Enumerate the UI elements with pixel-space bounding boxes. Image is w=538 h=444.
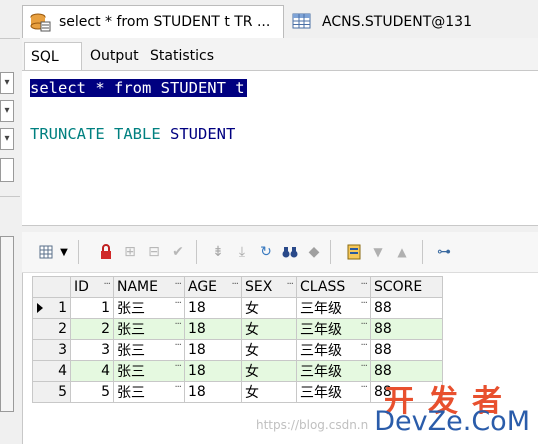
column-header-class[interactable]: CLASS ··· xyxy=(296,276,371,298)
chevron-down-icon[interactable]: ▼ xyxy=(58,242,70,262)
keyword-truncate: TRUNCATE xyxy=(30,125,105,143)
fetch-last-icon[interactable]: ⤓ xyxy=(232,242,252,262)
cell-sex[interactable]: 女 xyxy=(241,339,297,361)
site-logo: 开发者 DevZe.CoM xyxy=(370,376,530,438)
tab-label: ACNS.STUDENT@131 xyxy=(322,13,472,30)
cell-name[interactable]: 张三 ··· xyxy=(113,339,185,361)
tab-statistics[interactable]: Statistics xyxy=(144,42,236,70)
cell-class[interactable]: 三年级 ··· xyxy=(296,381,371,403)
column-header-name[interactable]: NAME ··· xyxy=(113,276,185,298)
table-row[interactable]: 1 1 张三 ··· 18 女 三年级 ··· 88 xyxy=(32,297,443,319)
cell-name[interactable]: 张三 ··· xyxy=(113,318,185,340)
watermark-url: https://blog.csdn.n xyxy=(256,418,369,432)
gutter-scroll-panel[interactable] xyxy=(0,236,14,412)
cell-score[interactable]: 88 xyxy=(370,339,443,361)
row-number[interactable]: 2 xyxy=(32,318,71,340)
gutter-dropdown-2[interactable]: ▾ xyxy=(0,100,14,122)
left-gutter: ▾ ▾ ▾ xyxy=(0,0,23,444)
cell-score[interactable]: 88 xyxy=(370,318,443,340)
refresh-icon[interactable]: ↻ xyxy=(256,242,276,262)
tab-table-window[interactable]: ACNS.STUDENT@131 xyxy=(286,5,538,38)
cell-id[interactable]: 5 xyxy=(70,381,114,403)
row-number[interactable]: 4 xyxy=(32,360,71,382)
gutter-dropdown-3[interactable]: ▾ xyxy=(0,128,14,150)
fetch-next-icon[interactable]: ⇟ xyxy=(208,242,228,262)
cell-class[interactable]: 三年级 ··· xyxy=(296,339,371,361)
code-line-1: select * from STUDENT t xyxy=(30,77,247,99)
toolbar-separator xyxy=(330,240,331,264)
grid-corner[interactable] xyxy=(32,276,71,298)
gutter-divider xyxy=(0,38,20,39)
post-changes-icon[interactable]: ✔ xyxy=(168,242,188,262)
logo-bottom-text: DevZe.CoM xyxy=(374,406,530,437)
gutter-dropdown-1[interactable]: ▾ xyxy=(0,72,14,94)
tab-sql-window[interactable]: select * from STUDENT t TR ... xyxy=(22,5,284,38)
tab-output[interactable]: Output xyxy=(84,42,144,70)
document-tab-bar: select * from STUDENT t TR ... ACNS.STUD… xyxy=(22,0,538,39)
sql-editor[interactable]: select * from STUDENT t TRUNCATE TABLE S… xyxy=(22,71,538,226)
row-number[interactable]: 5 xyxy=(32,381,71,403)
export-icon[interactable] xyxy=(344,242,364,262)
tab-label: select * from STUDENT t TR ... xyxy=(59,14,271,30)
current-row-arrow-icon xyxy=(37,303,43,313)
table-icon xyxy=(292,12,314,32)
gutter-divider xyxy=(0,196,20,197)
sub-tab-bar: SQL Output Statistics xyxy=(22,38,538,71)
cell-sex[interactable]: 女 xyxy=(241,381,297,403)
insert-record-icon[interactable]: ⊞ xyxy=(120,242,140,262)
cell-id[interactable]: 1 xyxy=(70,297,114,319)
cell-id[interactable]: 3 xyxy=(70,339,114,361)
column-header-age[interactable]: AGE ··· xyxy=(184,276,242,298)
cell-score[interactable]: 88 xyxy=(370,297,443,319)
cell-sex[interactable]: 女 xyxy=(241,360,297,382)
cell-class[interactable]: 三年级 ··· xyxy=(296,318,371,340)
binoculars-icon[interactable] xyxy=(280,242,300,262)
identifier-student: STUDENT xyxy=(170,125,236,143)
delete-record-icon[interactable]: ⊟ xyxy=(144,242,164,262)
cell-age[interactable]: 18 xyxy=(184,339,242,361)
tab-sql[interactable]: SQL xyxy=(24,42,82,70)
table-row[interactable]: 2 2 张三 ··· 18 女 三年级 ··· 88 xyxy=(32,318,443,340)
sql-window-icon xyxy=(29,12,51,32)
toolbar-separator xyxy=(196,240,197,264)
cell-age[interactable]: 18 xyxy=(184,381,242,403)
cell-age[interactable]: 18 xyxy=(184,297,242,319)
cell-age[interactable]: 18 xyxy=(184,360,242,382)
row-number[interactable]: 1 xyxy=(32,297,71,319)
cell-class[interactable]: 三年级 ··· xyxy=(296,297,371,319)
toolbar-separator xyxy=(422,240,423,264)
grid-header-row: ID ··· NAME ··· AGE ··· SEX ··· CLASS ··· SCO… xyxy=(32,276,443,298)
previous-page-icon[interactable]: ▲ xyxy=(392,242,412,262)
row-number[interactable]: 3 xyxy=(32,339,71,361)
keyword-table: TABLE xyxy=(114,125,161,143)
cell-id[interactable]: 4 xyxy=(70,360,114,382)
toolbar-separator xyxy=(78,240,79,264)
connection-icon[interactable]: ⊶ xyxy=(434,242,454,262)
lock-icon[interactable] xyxy=(96,242,116,262)
cell-name[interactable]: 张三 ··· xyxy=(113,297,185,319)
clear-icon[interactable]: ◆ xyxy=(304,242,324,262)
cell-name[interactable]: 张三 ··· xyxy=(113,360,185,382)
grid-options-icon[interactable] xyxy=(36,242,56,262)
gutter-item[interactable] xyxy=(0,158,14,182)
column-header-id[interactable]: ID ··· xyxy=(70,276,114,298)
code-line-3: TRUNCATE TABLE STUDENT xyxy=(30,123,235,145)
selected-sql-text: select * from STUDENT t xyxy=(30,79,247,97)
cell-sex[interactable]: 女 xyxy=(241,318,297,340)
cell-id[interactable]: 2 xyxy=(70,318,114,340)
next-page-icon[interactable]: ▼ xyxy=(368,242,388,262)
table-row[interactable]: 3 3 张三 ··· 18 女 三年级 ··· 88 xyxy=(32,339,443,361)
column-header-sex[interactable]: SEX ··· xyxy=(241,276,297,298)
cell-name[interactable]: 张三 ··· xyxy=(113,381,185,403)
cell-sex[interactable]: 女 xyxy=(241,297,297,319)
cell-class[interactable]: 三年级 ··· xyxy=(296,360,371,382)
cell-age[interactable]: 18 xyxy=(184,318,242,340)
column-header-score[interactable]: SCORE xyxy=(370,276,443,298)
result-toolbar: ▼ ⊞ ⊟ ✔ ⇟ ⤓ ↻ ◆ ▼ ▲ ⊶ xyxy=(22,232,538,273)
